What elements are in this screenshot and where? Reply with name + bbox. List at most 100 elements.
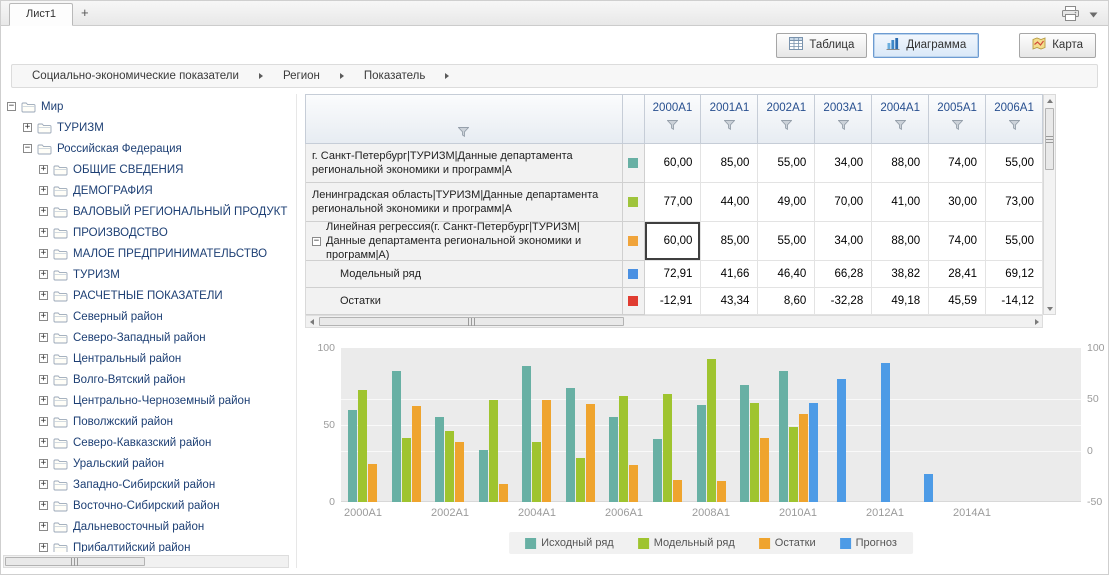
table-horizontal-scrollbar[interactable] <box>305 315 1043 328</box>
table-cell[interactable]: 38,82 <box>872 261 929 288</box>
tree-item[interactable]: +ТУРИЗМ <box>7 264 296 285</box>
table-cell[interactable]: 46,40 <box>758 261 815 288</box>
column-header[interactable]: 2006A1 <box>986 95 1043 143</box>
view-button-table[interactable]: Таблица <box>776 33 867 58</box>
tree-item[interactable]: +Восточно-Сибирский район <box>7 495 296 516</box>
breadcrumb-item[interactable]: Социально-экономические показатели <box>32 70 239 82</box>
table-cell[interactable]: -14,12 <box>986 288 1043 315</box>
tree-expander[interactable]: + <box>39 417 48 426</box>
tree-item[interactable]: +Северо-Кавказский район <box>7 432 296 453</box>
scroll-up-button[interactable] <box>1044 95 1055 106</box>
tree-expander[interactable]: + <box>39 396 48 405</box>
tree-expander[interactable]: + <box>39 165 48 174</box>
filter-icon[interactable] <box>458 127 469 137</box>
tree-expander[interactable]: + <box>39 291 48 300</box>
table-cell[interactable]: 30,00 <box>929 183 986 222</box>
table-cell[interactable]: 44,00 <box>701 183 758 222</box>
tree-expander[interactable]: + <box>39 186 48 195</box>
tree-expander[interactable]: + <box>39 522 48 531</box>
table-hscroll-thumb[interactable] <box>319 317 624 326</box>
tree-item[interactable]: +Западно-Сибирский район <box>7 474 296 495</box>
table-vertical-scrollbar[interactable] <box>1043 94 1056 315</box>
add-sheet-button[interactable]: + <box>73 5 97 25</box>
table-cell[interactable]: 34,00 <box>815 144 872 183</box>
tree-expander[interactable]: − <box>7 102 16 111</box>
row-header[interactable]: Остатки <box>306 288 623 315</box>
row-header[interactable]: Модельный ряд <box>306 261 623 288</box>
filter-icon[interactable] <box>1009 120 1020 130</box>
tree-expander[interactable]: + <box>39 228 48 237</box>
tree-expander[interactable]: − <box>23 144 32 153</box>
tree-item[interactable]: +Уральский район <box>7 453 296 474</box>
table-cell[interactable]: 74,00 <box>929 222 986 261</box>
tree-item[interactable]: +Поволжский район <box>7 411 296 432</box>
tree-expander[interactable]: + <box>39 354 48 363</box>
table-cell[interactable]: 8,60 <box>758 288 815 315</box>
tree-item[interactable]: +МАЛОЕ ПРЕДПРИНИМАТЕЛЬСТВО <box>7 243 296 264</box>
table-cell[interactable]: 55,00 <box>758 144 815 183</box>
table-cell[interactable]: 77,00 <box>645 183 702 222</box>
breadcrumb-item[interactable]: Регион <box>283 70 320 82</box>
table-cell[interactable]: 43,34 <box>701 288 758 315</box>
tree-horizontal-scrollbar[interactable] <box>3 555 289 568</box>
table-cell[interactable]: 66,28 <box>815 261 872 288</box>
table-cell[interactable]: 41,00 <box>872 183 929 222</box>
tree-expander[interactable]: + <box>39 207 48 216</box>
column-header[interactable]: 2001A1 <box>701 95 758 143</box>
tree-hscroll-thumb[interactable] <box>5 557 145 566</box>
tree-expander[interactable]: + <box>39 375 48 384</box>
row-expander[interactable]: − <box>312 237 321 246</box>
tree-expander[interactable]: + <box>39 270 48 279</box>
tree-expander[interactable]: + <box>39 501 48 510</box>
table-cell[interactable]: 88,00 <box>872 222 929 261</box>
table-cell[interactable]: 72,91 <box>645 261 702 288</box>
column-header[interactable]: 2002A1 <box>758 95 815 143</box>
tree-item[interactable]: +Прибалтийский район <box>7 537 296 552</box>
scroll-right-button[interactable] <box>1031 316 1042 327</box>
table-cell[interactable]: 88,00 <box>872 144 929 183</box>
table-cell[interactable]: 41,66 <box>701 261 758 288</box>
filter-icon[interactable] <box>724 120 735 130</box>
tree-expander[interactable]: + <box>39 459 48 468</box>
row-header-column-header[interactable] <box>306 95 623 143</box>
row-header[interactable]: г. Санкт-Петербург|ТУРИЗМ|Данные департа… <box>306 144 623 183</box>
table-cell[interactable]: 55,00 <box>986 144 1043 183</box>
breadcrumb-item[interactable]: Показатель <box>364 70 425 82</box>
printer-icon[interactable] <box>1062 6 1079 24</box>
table-cell[interactable]: 49,18 <box>872 288 929 315</box>
table-cell[interactable]: 55,00 <box>758 222 815 261</box>
table-cell[interactable]: 28,41 <box>929 261 986 288</box>
table-cell[interactable]: 60,00 <box>645 222 702 261</box>
table-cell[interactable]: 85,00 <box>701 222 758 261</box>
tree-item[interactable]: +Волго-Вятский район <box>7 369 296 390</box>
column-header[interactable]: 2003A1 <box>815 95 872 143</box>
filter-icon[interactable] <box>895 120 906 130</box>
table-cell[interactable]: 34,00 <box>815 222 872 261</box>
tree-item[interactable]: +ВАЛОВЫЙ РЕГИОНАЛЬНЫЙ ПРОДУКТ <box>7 201 296 222</box>
tree-expander[interactable]: + <box>39 480 48 489</box>
filter-icon[interactable] <box>952 120 963 130</box>
table-cell[interactable]: 73,00 <box>986 183 1043 222</box>
tree-item[interactable]: +Дальневосточный район <box>7 516 296 537</box>
filter-icon[interactable] <box>838 120 849 130</box>
column-header[interactable]: 2004A1 <box>872 95 929 143</box>
legend-item[interactable]: Прогноз <box>840 537 897 549</box>
row-header[interactable]: −Линейная регрессия(г. Санкт-Петербург|Т… <box>306 222 623 261</box>
tree-expander[interactable]: + <box>39 543 48 552</box>
tree-item[interactable]: +Северный район <box>7 306 296 327</box>
table-cell[interactable]: 55,00 <box>986 222 1043 261</box>
scroll-down-button[interactable] <box>1044 303 1055 314</box>
tree-item[interactable]: −Мир <box>7 96 296 117</box>
tree-item[interactable]: +ПРОИЗВОДСТВО <box>7 222 296 243</box>
tree-item[interactable]: +ТУРИЗМ <box>7 117 296 138</box>
table-cell[interactable]: 69,12 <box>986 261 1043 288</box>
view-button-map[interactable]: Карта <box>1019 33 1096 58</box>
tree-item[interactable]: +ДЕМОГРАФИЯ <box>7 180 296 201</box>
tree-expander[interactable]: + <box>39 333 48 342</box>
tree-expander[interactable]: + <box>39 249 48 258</box>
filter-icon[interactable] <box>781 120 792 130</box>
table-cell[interactable]: 85,00 <box>701 144 758 183</box>
table-cell[interactable]: 45,59 <box>929 288 986 315</box>
table-cell[interactable]: -32,28 <box>815 288 872 315</box>
tree-item[interactable]: −Российская Федерация <box>7 138 296 159</box>
